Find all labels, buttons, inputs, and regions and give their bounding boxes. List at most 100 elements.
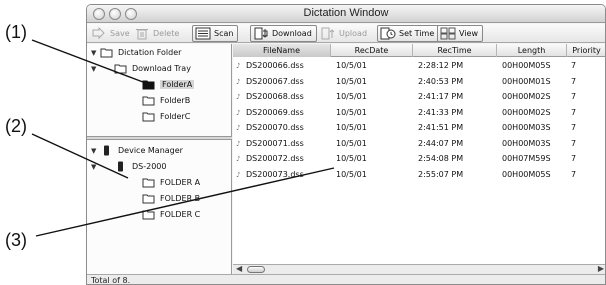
audio-file-icon: ♪ xyxy=(236,170,241,179)
save-icon xyxy=(91,27,107,40)
cell-rectime: 2:44:07 PM xyxy=(418,137,497,150)
tree-node-folder-c[interactable]: FolderC xyxy=(142,110,190,123)
pane-splitter[interactable] xyxy=(87,136,232,140)
window-title: Dictation Window xyxy=(303,7,389,19)
cell-text: 2:54:08 PM xyxy=(418,154,464,163)
cell-text: 10/5/01 xyxy=(336,92,367,101)
view-button[interactable]: View xyxy=(437,25,483,42)
cell-text: 00H00M03S xyxy=(502,123,551,132)
cell-text: 2:28:12 PM xyxy=(418,61,464,70)
tree-label-folder-c: FolderC xyxy=(160,112,191,121)
view-label: View xyxy=(459,29,478,38)
table-row[interactable]: ♪ DS200069.dss 10/5/01 2:41:33 PM 00H00M02S 7 xyxy=(233,106,605,119)
cell-text: DS200069.dss xyxy=(246,107,304,117)
cell-priority: 7 xyxy=(571,90,605,103)
cell-text: 00H00M02S xyxy=(502,92,551,101)
scrollbar-thumb[interactable] xyxy=(247,266,265,273)
upload-icon xyxy=(320,27,336,40)
clock-icon xyxy=(380,27,396,40)
cell-priority: 7 xyxy=(571,59,605,72)
cell-text: 10/5/01 xyxy=(336,76,367,86)
callout-2: (2) xyxy=(5,116,27,136)
cell-text: 2:40:53 PM xyxy=(418,76,464,86)
cell-filename: ♪ DS200068.dss xyxy=(233,90,331,103)
cell-priority: 7 xyxy=(571,168,605,181)
cell-rectime: 2:41:51 PM xyxy=(418,121,497,134)
toolbar: Save Delete Scan Download Upload Set Tim… xyxy=(87,24,605,43)
set-time-button[interactable]: Set Time xyxy=(377,25,440,42)
table-row[interactable]: ♪ DS200073.dss 10/5/01 2:55:07 PM 00H00M05S 7 xyxy=(233,168,605,181)
cell-rectime: 2:54:08 PM xyxy=(418,152,497,165)
trash-icon xyxy=(134,27,150,40)
cell-length: 00H00M05S xyxy=(502,59,567,72)
audio-file-icon: ♪ xyxy=(236,139,241,148)
upload-button[interactable]: Upload xyxy=(320,25,367,42)
cell-text: 7 xyxy=(571,154,577,163)
tree-node-folder-a[interactable]: FolderA xyxy=(142,78,195,91)
tree-node-ds2000[interactable]: ▼ DS-2000 xyxy=(91,160,166,173)
column-header-length[interactable]: Length xyxy=(497,44,567,57)
horizontal-scrollbar[interactable]: ◀ ▶ xyxy=(233,264,605,274)
scroll-right-arrow-icon[interactable]: ▶ xyxy=(598,264,604,273)
audio-file-icon: ♪ xyxy=(236,62,241,70)
table-row[interactable]: ♪ DS200071.dss 10/5/01 2:44:07 PM 00H00M03S 7 xyxy=(233,137,605,150)
scroll-left-arrow-icon[interactable]: ◀ xyxy=(236,264,242,273)
cell-text: DS200073.dss xyxy=(246,169,304,179)
column-header-rectime[interactable]: RecTime xyxy=(413,44,497,57)
folder-icon xyxy=(142,209,155,220)
disclosure-triangle-icon[interactable]: ▼ xyxy=(91,163,100,171)
disclosure-triangle-icon[interactable]: ▼ xyxy=(91,49,100,57)
tree-label-device-folder-a: FOLDER A xyxy=(160,178,201,187)
cell-text: 00H00M05S xyxy=(502,61,551,70)
audio-file-icon: ♪ xyxy=(236,155,241,163)
delete-button[interactable]: Delete xyxy=(134,25,179,42)
cell-length: 00H00M02S xyxy=(502,106,567,119)
tree-node-download-tray[interactable]: ▼ Download Tray xyxy=(91,62,191,75)
tree-node-device-folder-b[interactable]: FOLDER B xyxy=(142,192,200,205)
title-bar[interactable]: Dictation Window xyxy=(87,5,605,23)
tree-label-dictation-folder: Dictation Folder xyxy=(118,48,182,57)
folder-icon xyxy=(142,193,155,204)
folder-icon xyxy=(142,177,155,188)
save-button[interactable]: Save xyxy=(91,25,130,42)
cell-text: 7 xyxy=(571,123,577,132)
table-row[interactable]: ♪ DS200072.dss 10/5/01 2:54:08 PM 00H07M59S 7 xyxy=(233,152,605,165)
disclosure-triangle-icon[interactable]: ▼ xyxy=(91,147,100,155)
table-row[interactable]: ♪ DS200067.dss 10/5/01 2:40:53 PM 00H00M01S 7 xyxy=(233,75,605,88)
scan-icon xyxy=(195,27,211,40)
tree-label-device-folder-c: FOLDER C xyxy=(160,210,201,219)
cell-text: 00H00M02S xyxy=(502,107,551,117)
audio-file-icon: ♪ xyxy=(236,124,241,132)
cell-text: DS200067.dss xyxy=(246,76,304,86)
delete-label: Delete xyxy=(153,29,180,38)
column-header-filename[interactable]: FileName xyxy=(233,44,331,57)
tree-label-folder-a: FolderA xyxy=(160,80,195,89)
cell-filename: ♪ DS200071.dss xyxy=(233,137,331,150)
callout-1: (1) xyxy=(5,22,27,42)
cell-text: DS200068.dss xyxy=(246,92,304,101)
scan-button[interactable]: Scan xyxy=(192,25,239,42)
table-row[interactable]: ♪ DS200068.dss 10/5/01 2:41:17 PM 00H00M02S 7 xyxy=(233,90,605,103)
download-button[interactable]: Download xyxy=(250,25,317,42)
table-row[interactable]: ♪ DS200066.dss 10/5/01 2:28:12 PM 00H00M05S 7 xyxy=(233,59,605,72)
column-header-priority[interactable]: Priority xyxy=(567,44,605,57)
save-label: Save xyxy=(110,29,130,38)
cell-text: 2:41:17 PM xyxy=(418,92,464,101)
cell-priority: 7 xyxy=(571,106,605,119)
tree-node-device-folder-a[interactable]: FOLDER A xyxy=(142,176,200,189)
audio-file-icon: ♪ xyxy=(236,77,241,86)
audio-file-icon: ♪ xyxy=(236,93,241,101)
cell-rectime: 2:28:12 PM xyxy=(418,59,497,72)
table-row[interactable]: ♪ DS200070.dss 10/5/01 2:41:51 PM 00H00M03S 7 xyxy=(233,121,605,134)
tree-node-folder-b[interactable]: FolderB xyxy=(142,94,190,107)
status-text: Total of 8. xyxy=(91,276,131,285)
tree-node-device-manager[interactable]: ▼ Device Manager xyxy=(91,144,183,157)
tree-node-dictation-folder[interactable]: ▼ Dictation Folder xyxy=(91,46,181,59)
tree-label-ds2000: DS-2000 xyxy=(132,162,167,171)
column-header-recdate[interactable]: RecDate xyxy=(331,44,413,57)
cell-recdate: 10/5/01 xyxy=(336,152,413,165)
cell-priority: 7 xyxy=(571,75,605,88)
disclosure-triangle-icon[interactable]: ▼ xyxy=(91,65,100,73)
folder-icon xyxy=(142,111,155,122)
tree-node-device-folder-c[interactable]: FOLDER C xyxy=(142,208,200,221)
